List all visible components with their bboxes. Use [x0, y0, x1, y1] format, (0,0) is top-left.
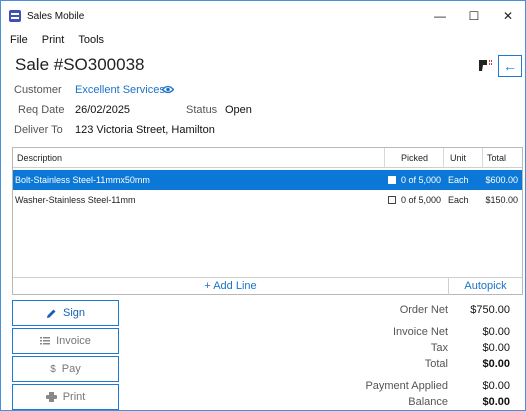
- total-value: $0.00: [482, 358, 510, 370]
- order-net-label: Order Net: [399, 304, 448, 316]
- column-unit[interactable]: Unit: [450, 148, 466, 168]
- invoice-net-value: $0.00: [482, 326, 510, 338]
- deliver-to-value: 123 Victoria Street, Hamilton: [75, 124, 215, 136]
- row-description: Washer-Stainless Steel-11mm: [15, 195, 136, 205]
- close-button[interactable]: ✕: [491, 1, 525, 31]
- eye-icon[interactable]: [162, 85, 174, 94]
- menu-print[interactable]: Print: [35, 31, 72, 49]
- app-window: Sales Mobile — ☐ ✕ File Print Tools Sale…: [0, 0, 526, 411]
- pay-label: Pay: [61, 363, 81, 375]
- window-controls: — ☐ ✕: [423, 1, 525, 31]
- row-picked: 0 of 5,000: [401, 195, 442, 205]
- app-icon: [9, 10, 21, 22]
- menu-tools[interactable]: Tools: [71, 31, 111, 49]
- row-total: $150.00: [485, 195, 518, 205]
- order-net-value: $750.00: [470, 304, 510, 316]
- grid-footer: + Add Line Autopick: [13, 277, 522, 295]
- pay-button[interactable]: $ Pay: [12, 356, 119, 382]
- customer-label: Customer: [14, 84, 62, 96]
- printer-icon: [45, 392, 57, 402]
- deliver-to-label: Deliver To: [14, 124, 63, 136]
- row-total: $600.00: [485, 175, 518, 185]
- menu-file[interactable]: File: [1, 31, 35, 49]
- add-line-button[interactable]: + Add Line: [13, 278, 449, 295]
- picked-checkbox[interactable]: [388, 176, 396, 184]
- tax-value: $0.00: [482, 342, 510, 354]
- payment-applied-value: $0.00: [482, 380, 510, 392]
- autopick-button[interactable]: Autopick: [449, 278, 522, 295]
- status-value: Open: [225, 104, 252, 116]
- barcode-scanner-icon[interactable]: [477, 57, 495, 73]
- back-button[interactable]: ←: [498, 55, 522, 77]
- line-items-grid: Description Picked Unit Total Bolt-Stain…: [12, 147, 523, 295]
- invoice-net-label: Invoice Net: [392, 326, 448, 338]
- menu-bar: File Print Tools: [1, 31, 111, 49]
- column-picked[interactable]: Picked: [401, 148, 428, 168]
- sign-button[interactable]: Sign: [12, 300, 119, 326]
- customer-link[interactable]: Excellent Services: [75, 84, 165, 96]
- maximize-button[interactable]: ☐: [457, 1, 491, 31]
- table-row[interactable]: Bolt-Stainless Steel-11mmx50mm 0 of 5,00…: [13, 170, 522, 190]
- row-unit: Each: [448, 175, 469, 185]
- list-icon: [40, 337, 51, 345]
- print-label: Print: [62, 391, 86, 403]
- picked-checkbox[interactable]: [388, 196, 396, 204]
- row-description: Bolt-Stainless Steel-11mmx50mm: [15, 175, 150, 185]
- column-description[interactable]: Description: [17, 148, 62, 168]
- title-bar: Sales Mobile — ☐ ✕: [1, 1, 525, 31]
- balance-value: $0.00: [482, 396, 510, 408]
- minimize-button[interactable]: —: [423, 1, 457, 31]
- table-row[interactable]: Washer-Stainless Steel-11mm 0 of 5,000 E…: [13, 190, 522, 210]
- payment-applied-label: Payment Applied: [365, 380, 448, 392]
- tax-label: Tax: [430, 342, 448, 354]
- row-picked: 0 of 5,000: [401, 175, 442, 185]
- req-date-label: Req Date: [18, 104, 65, 116]
- window-title: Sales Mobile: [27, 10, 85, 22]
- balance-label: Balance: [408, 396, 448, 408]
- invoice-label: Invoice: [56, 335, 91, 347]
- pen-icon: [46, 309, 56, 318]
- row-unit: Each: [448, 195, 469, 205]
- dollar-icon: $: [50, 363, 56, 375]
- column-total[interactable]: Total: [487, 148, 506, 168]
- sign-label: Sign: [62, 307, 86, 319]
- req-date-value: 26/02/2025: [75, 104, 131, 116]
- invoice-button[interactable]: Invoice: [12, 328, 119, 354]
- status-label: Status: [186, 104, 218, 116]
- print-button[interactable]: Print: [12, 384, 119, 410]
- total-label: Total: [424, 358, 448, 370]
- grid-header: Description Picked Unit Total: [13, 148, 522, 168]
- page-title: Sale #SO300038: [15, 55, 145, 74]
